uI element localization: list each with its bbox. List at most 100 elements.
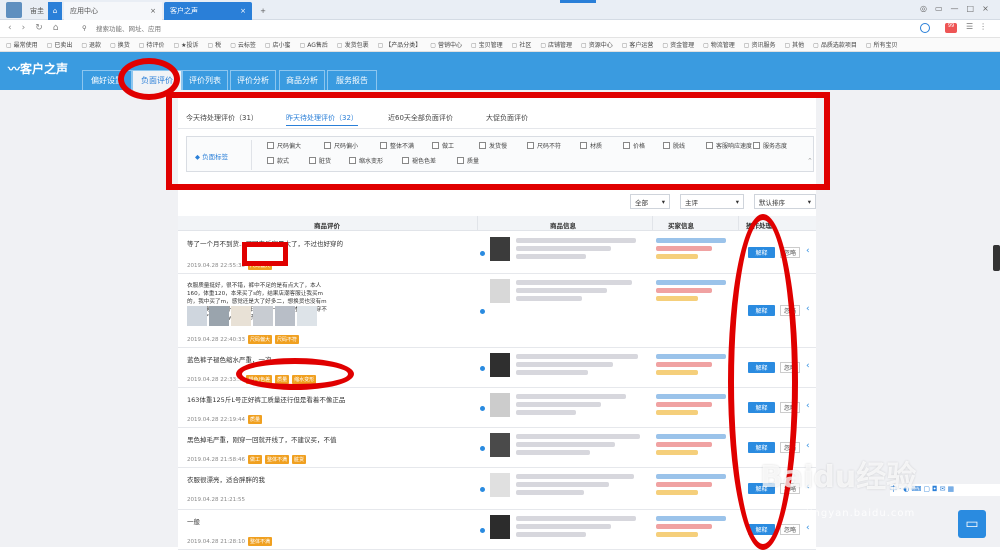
product-thumbnail[interactable] xyxy=(490,473,510,497)
review-image[interactable] xyxy=(253,306,273,326)
tag-checkbox[interactable]: 尺码偏大 xyxy=(267,141,301,150)
reply-button[interactable]: 解释 xyxy=(748,247,775,258)
product-thumbnail[interactable] xyxy=(490,515,510,539)
bookmark-item[interactable]: 发货包裹 xyxy=(337,40,369,49)
bookmark-item[interactable]: 最常使用 xyxy=(6,40,38,49)
bookmark-item[interactable]: 宝贝管理 xyxy=(471,40,503,49)
subtab-yesterday[interactable]: 昨天待处理评价（32） xyxy=(286,113,358,126)
expand-dot[interactable] xyxy=(480,406,485,411)
tab-review-analysis[interactable]: 评价分析 xyxy=(230,70,276,90)
chevron-up-icon[interactable]: ⌃ xyxy=(807,157,813,165)
tag-checkbox[interactable]: 做工 xyxy=(432,141,454,150)
expand-dot[interactable] xyxy=(480,309,485,314)
bookmark-item[interactable]: 客户运营 xyxy=(622,40,653,49)
filter-primary-select[interactable]: 主评 ▾ xyxy=(680,194,744,209)
extension-icon[interactable] xyxy=(920,23,930,33)
nav-buttons[interactable]: ‹›↻⌂ xyxy=(8,23,68,33)
ignore-button[interactable]: 忽略 xyxy=(780,402,800,413)
tag-checkbox[interactable]: 脱线 xyxy=(663,141,685,150)
bookmark-item[interactable]: 待评价 xyxy=(139,40,164,49)
ignore-button[interactable]: 忽略 xyxy=(780,247,800,258)
tab-service-report[interactable]: 服务报告 xyxy=(327,70,377,90)
bookmark-item[interactable]: 【产品分类】 xyxy=(378,40,421,49)
address-input[interactable] xyxy=(96,23,616,35)
filter-all-select[interactable]: 全部 ▾ xyxy=(630,194,670,209)
tag-checkbox[interactable]: 质量 xyxy=(457,156,479,165)
product-thumbnail[interactable] xyxy=(490,237,510,261)
expand-dot[interactable] xyxy=(480,487,485,492)
tab-preference[interactable]: 偏好设置 xyxy=(82,70,132,90)
bookmark-item[interactable]: 退款 xyxy=(81,40,101,49)
subtab-today[interactable]: 今天待处理评价（31） xyxy=(186,113,258,123)
bookmark-item[interactable]: 店铺管理 xyxy=(540,40,572,49)
tag-checkbox[interactable]: 褪色色差 xyxy=(402,156,436,165)
bookmark-item[interactable]: 物流管理 xyxy=(703,40,735,49)
bookmark-item[interactable]: 社区 xyxy=(512,40,531,49)
bookmark-item[interactable]: 云标签 xyxy=(230,40,256,49)
review-image[interactable] xyxy=(231,306,251,326)
mail-icon[interactable]: 99 xyxy=(945,23,957,33)
bookmark-item[interactable]: 店小蜜 xyxy=(265,40,291,49)
tag-checkbox[interactable]: 款式 xyxy=(267,156,289,165)
tab-review-list[interactable]: 评价列表 xyxy=(182,70,228,90)
bookmark-item[interactable]: 资讯服务 xyxy=(744,40,775,49)
product-thumbnail[interactable] xyxy=(490,353,510,377)
bookmark-item[interactable]: 所有宝贝 xyxy=(866,40,898,49)
bookmark-item[interactable]: AG售后 xyxy=(300,40,328,49)
expand-dot[interactable] xyxy=(480,446,485,451)
ignore-button[interactable]: 忽略 xyxy=(780,362,800,373)
chevron-left-icon[interactable]: ‹ xyxy=(806,401,810,411)
review-image[interactable] xyxy=(209,306,229,326)
side-handle[interactable] xyxy=(993,245,1000,271)
reply-button[interactable]: 解释 xyxy=(748,362,775,373)
chevron-left-icon[interactable]: ‹ xyxy=(806,361,810,371)
subtab-60days[interactable]: 近60天全部负面评价 xyxy=(388,113,453,123)
expand-dot[interactable] xyxy=(480,251,485,256)
product-thumbnail[interactable] xyxy=(490,393,510,417)
profile-avatar[interactable] xyxy=(6,2,22,18)
expand-dot[interactable] xyxy=(480,366,485,371)
tag-checkbox[interactable]: 服务态度 xyxy=(753,141,787,150)
reply-button[interactable]: 解释 xyxy=(748,402,775,413)
tag-checkbox[interactable]: 脏货 xyxy=(309,156,331,165)
new-tab-icon[interactable]: + xyxy=(256,2,270,20)
review-image[interactable] xyxy=(187,306,207,326)
bookmark-item[interactable]: 品质选款项目 xyxy=(813,40,857,49)
bookmark-item[interactable]: 营销中心 xyxy=(430,40,462,49)
ignore-button[interactable]: 忽略 xyxy=(780,524,800,535)
product-thumbnail[interactable] xyxy=(490,279,510,303)
chevron-left-icon[interactable]: ‹ xyxy=(806,246,810,256)
chevron-left-icon[interactable]: ‹ xyxy=(806,304,810,314)
chevron-left-icon[interactable]: ‹ xyxy=(806,441,810,451)
close-icon[interactable]: × xyxy=(240,7,246,15)
bookmark-item[interactable]: ★投诉 xyxy=(173,40,198,49)
bookmark-item[interactable]: 已卖出 xyxy=(47,40,72,49)
tag-checkbox[interactable]: 发货慢 xyxy=(479,141,507,150)
tag-checkbox[interactable]: 尺码不符 xyxy=(527,141,561,150)
expand-dot[interactable] xyxy=(480,528,485,533)
window-controls[interactable]: ◎▭—□× xyxy=(920,4,997,13)
bookmark-item[interactable]: 税 xyxy=(208,40,221,49)
tab-home[interactable]: 宙圭 xyxy=(24,2,50,20)
sort-select[interactable]: 默认排序 ▾ xyxy=(754,194,816,209)
review-image[interactable] xyxy=(297,306,317,326)
product-thumbnail[interactable] xyxy=(490,433,510,457)
bookmark-item[interactable]: 资源中心 xyxy=(581,40,613,49)
bookmark-item[interactable]: 其他 xyxy=(784,40,804,49)
tag-checkbox[interactable]: 缩水变形 xyxy=(349,156,383,165)
close-icon[interactable]: × xyxy=(150,7,156,15)
ignore-button[interactable]: 忽略 xyxy=(780,305,800,316)
tag-checkbox[interactable]: 材质 xyxy=(580,141,602,150)
bookmark-item[interactable]: 换货 xyxy=(110,40,130,49)
tab-product-analysis[interactable]: 商品分析 xyxy=(279,70,325,90)
tab-negative-reviews[interactable]: 负面评价 xyxy=(132,70,182,90)
reply-button[interactable]: 解释 xyxy=(748,305,775,316)
tag-checkbox[interactable]: 价格 xyxy=(623,141,645,150)
tab-app-center[interactable]: 应用中心 × xyxy=(64,2,162,20)
chevron-left-icon[interactable]: ‹ xyxy=(806,523,810,533)
tag-checkbox[interactable]: 尺码偏小 xyxy=(324,141,358,150)
bookmark-item[interactable]: 资金管理 xyxy=(662,40,694,49)
subtab-promo[interactable]: 大促负面评价 xyxy=(486,113,528,123)
chat-button[interactable]: ▭ xyxy=(958,510,986,538)
menu-icon[interactable]: ☰⋮ xyxy=(966,22,993,31)
